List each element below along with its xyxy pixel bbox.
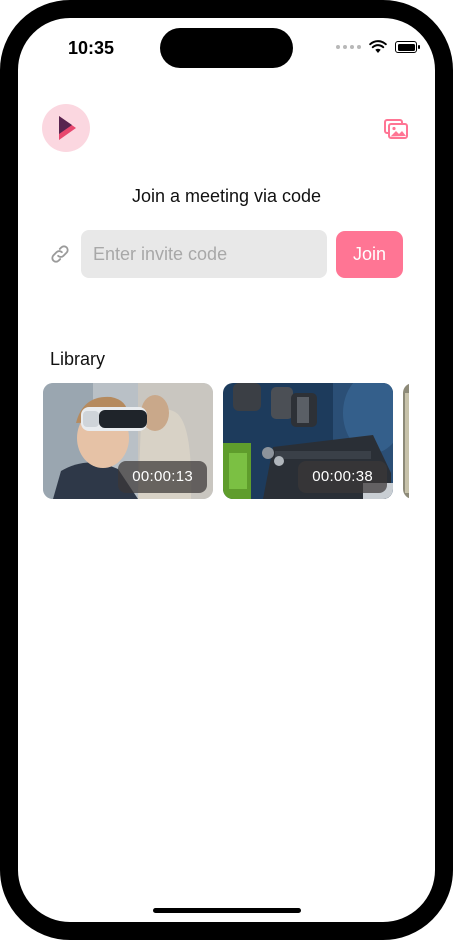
video-duration: 00:00:38 xyxy=(298,461,387,493)
library-item-vr-video[interactable]: 00:00:13 xyxy=(43,383,213,499)
wifi-icon xyxy=(369,40,387,53)
join-title: Join a meeting via code xyxy=(131,186,322,206)
status-indicators xyxy=(336,40,421,54)
library-list: 00:00:13 00:00:38 xyxy=(43,383,409,501)
join-button[interactable]: Join xyxy=(336,231,403,278)
library-item-partial-video[interactable] xyxy=(403,383,409,499)
gallery-icon[interactable] xyxy=(384,119,408,139)
signal-icon xyxy=(336,45,361,49)
dynamic-island xyxy=(160,28,293,68)
invite-code-input[interactable] xyxy=(81,230,327,278)
video-duration: 00:00:13 xyxy=(118,461,207,493)
phone-frame: 10:35 Join a meeting via code Join Libra… xyxy=(0,0,453,940)
status-time: 10:35 xyxy=(68,38,115,58)
link-icon xyxy=(51,245,69,263)
battery-icon xyxy=(395,41,421,53)
play-logo-icon xyxy=(42,104,90,152)
library-item-microscope-video[interactable]: 00:00:38 xyxy=(223,383,393,499)
library-label: Library xyxy=(50,349,106,369)
home-indicator[interactable] xyxy=(153,908,301,913)
video-thumbnail xyxy=(403,383,409,499)
